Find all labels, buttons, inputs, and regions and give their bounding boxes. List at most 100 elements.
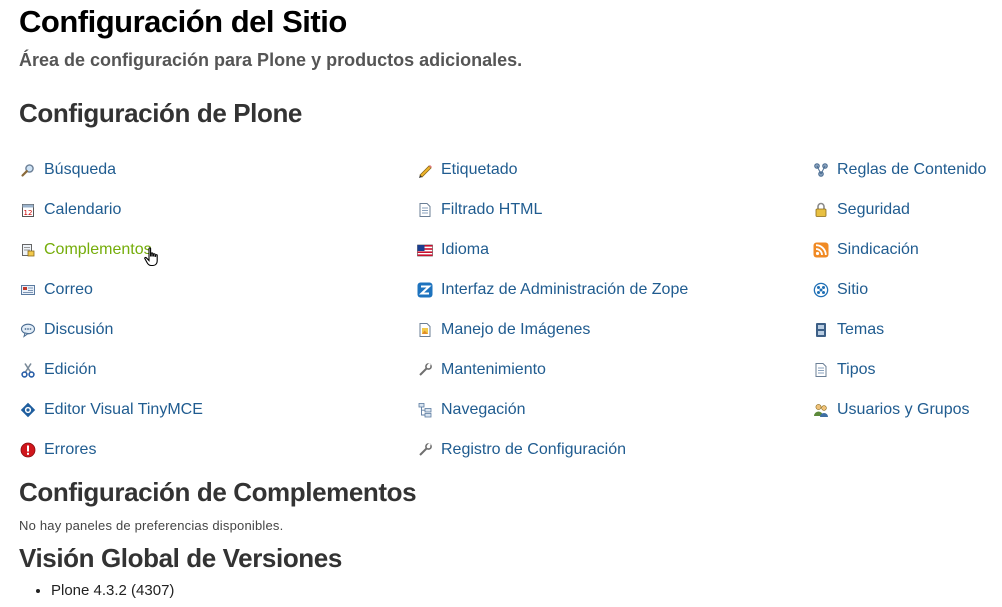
navigation-icon bbox=[417, 402, 433, 418]
config-link-busqueda[interactable]: Búsqueda bbox=[20, 161, 116, 179]
config-label: Calendario bbox=[44, 201, 122, 218]
config-item-complementos: Complementos bbox=[20, 230, 203, 270]
config-link-temas[interactable]: Temas bbox=[813, 321, 884, 339]
document-icon bbox=[417, 202, 433, 218]
config-link-errores[interactable]: Errores bbox=[20, 441, 96, 459]
config-link-edicion[interactable]: Edición bbox=[20, 361, 96, 379]
flag-icon bbox=[417, 242, 433, 258]
config-link-seguridad[interactable]: Seguridad bbox=[813, 201, 910, 219]
config-link-reglas[interactable]: Reglas de Contenido bbox=[813, 161, 986, 179]
lock-icon bbox=[813, 202, 829, 218]
config-link-correo[interactable]: Correo bbox=[20, 281, 93, 299]
config-item-correo: Correo bbox=[20, 270, 203, 310]
zope-icon bbox=[417, 282, 433, 298]
config-item-tinymce: Editor Visual TinyMCE bbox=[20, 390, 203, 430]
config-column-2: Etiquetado Filtrado HTML Idioma Interfaz… bbox=[417, 150, 688, 470]
config-link-calendario[interactable]: 12 Calendario bbox=[20, 201, 121, 219]
config-label: Usuarios y Grupos bbox=[837, 401, 970, 418]
versions-heading: Visión Global de Versiones bbox=[19, 543, 342, 573]
config-item-discusion: Discusión bbox=[20, 310, 203, 350]
pencil-icon bbox=[417, 162, 433, 178]
config-item-zmi: Interfaz de Administración de Zope bbox=[417, 270, 688, 310]
config-label: Interfaz de Administración de Zope bbox=[441, 281, 689, 298]
config-link-tinymce[interactable]: Editor Visual TinyMCE bbox=[20, 401, 203, 419]
config-link-sitio[interactable]: Sitio bbox=[813, 281, 868, 299]
hand-cursor-icon bbox=[144, 247, 158, 267]
config-label: Filtrado HTML bbox=[441, 201, 543, 218]
config-label: Etiquetado bbox=[441, 161, 518, 178]
config-label: Sitio bbox=[837, 281, 869, 298]
plone-config-heading: Configuración de Plone bbox=[19, 98, 302, 128]
config-item-errores: Errores bbox=[20, 430, 203, 470]
config-label: Sindicación bbox=[837, 241, 919, 258]
config-link-mantenimiento[interactable]: Mantenimiento bbox=[417, 361, 546, 379]
site-setup-page: Configuración del Sitio Área de configur… bbox=[0, 0, 1002, 607]
error-icon bbox=[20, 442, 36, 458]
config-item-imagenes: Manejo de Imágenes bbox=[417, 310, 688, 350]
config-link-usuarios[interactable]: Usuarios y Grupos bbox=[813, 401, 970, 419]
config-label: Errores bbox=[44, 441, 97, 458]
config-item-sindicacion: Sindicación bbox=[813, 230, 986, 270]
rss-icon bbox=[813, 242, 829, 258]
config-item-temas: Temas bbox=[813, 310, 986, 350]
config-link-complementos[interactable]: Complementos bbox=[20, 241, 152, 259]
config-item-mantenimiento: Mantenimiento bbox=[417, 350, 688, 390]
config-label: Correo bbox=[44, 281, 93, 298]
config-label: Seguridad bbox=[837, 201, 910, 218]
config-label: Búsqueda bbox=[44, 161, 117, 178]
wrench-icon bbox=[417, 362, 433, 378]
theme-icon bbox=[813, 322, 829, 338]
config-item-registro: Registro de Configuración bbox=[417, 430, 688, 470]
config-item-seguridad: Seguridad bbox=[813, 190, 986, 230]
config-label: Edición bbox=[44, 361, 97, 378]
config-label: Temas bbox=[837, 321, 885, 338]
config-link-imagenes[interactable]: Manejo de Imágenes bbox=[417, 321, 590, 339]
users-icon bbox=[813, 402, 829, 418]
config-item-usuarios: Usuarios y Grupos bbox=[813, 390, 986, 430]
config-link-filtrado-html[interactable]: Filtrado HTML bbox=[417, 201, 542, 219]
version-item: Plone 4.3.2 (4307) bbox=[51, 582, 174, 599]
config-label: Manejo de Imágenes bbox=[441, 321, 591, 338]
config-item-edicion: Edición bbox=[20, 350, 203, 390]
discussion-icon bbox=[20, 322, 36, 338]
config-label: Editor Visual TinyMCE bbox=[44, 401, 203, 418]
config-link-idioma[interactable]: Idioma bbox=[417, 241, 489, 259]
config-column-1: Búsqueda 12 Calendario Complementos Corr… bbox=[20, 150, 203, 470]
config-label: Complementos bbox=[44, 241, 152, 258]
config-link-sindicacion[interactable]: Sindicación bbox=[813, 241, 919, 259]
config-item-sitio: Sitio bbox=[813, 270, 986, 310]
site-icon bbox=[813, 282, 829, 298]
tinymce-icon bbox=[20, 402, 36, 418]
config-column-3: Reglas de Contenido Seguridad Sindicació… bbox=[813, 150, 986, 430]
config-item-idioma: Idioma bbox=[417, 230, 688, 270]
config-item-calendario: 12 Calendario bbox=[20, 190, 203, 230]
page-description: Área de configuración para Plone y produ… bbox=[19, 50, 523, 70]
wrench-icon bbox=[417, 442, 433, 458]
rules-icon bbox=[813, 162, 829, 178]
config-item-navegacion: Navegación bbox=[417, 390, 688, 430]
addons-empty-text: No hay paneles de preferencias disponibl… bbox=[19, 518, 284, 533]
config-link-registro[interactable]: Registro de Configuración bbox=[417, 441, 626, 459]
addons-icon bbox=[20, 242, 36, 258]
config-item-busqueda: Búsqueda bbox=[20, 150, 203, 190]
config-link-tipos[interactable]: Tipos bbox=[813, 361, 876, 379]
page-title: Configuración del Sitio bbox=[19, 4, 347, 39]
config-link-etiquetado[interactable]: Etiquetado bbox=[417, 161, 518, 179]
config-label: Idioma bbox=[441, 241, 490, 258]
config-label: Mantenimiento bbox=[441, 361, 546, 378]
config-item-etiquetado: Etiquetado bbox=[417, 150, 688, 190]
versions-list: Plone 4.3.2 (4307) bbox=[33, 582, 174, 599]
config-label: Reglas de Contenido bbox=[837, 161, 987, 178]
config-link-discusion[interactable]: Discusión bbox=[20, 321, 113, 339]
calendar-icon: 12 bbox=[20, 202, 36, 218]
magnifier-icon bbox=[20, 162, 36, 178]
config-link-navegacion[interactable]: Navegación bbox=[417, 401, 526, 419]
svg-text:12: 12 bbox=[24, 209, 33, 217]
mail-icon bbox=[20, 282, 36, 298]
config-item-reglas: Reglas de Contenido bbox=[813, 150, 986, 190]
config-label: Tipos bbox=[837, 361, 876, 378]
config-link-zmi[interactable]: Interfaz de Administración de Zope bbox=[417, 281, 688, 299]
config-label: Discusión bbox=[44, 321, 114, 338]
scissors-icon bbox=[20, 362, 36, 378]
types-icon bbox=[813, 362, 829, 378]
